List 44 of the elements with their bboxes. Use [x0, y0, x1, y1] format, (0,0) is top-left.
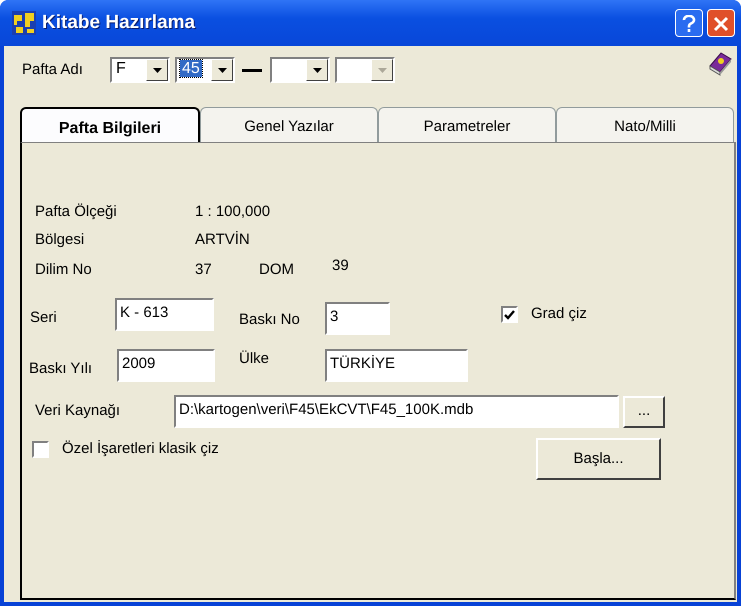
field-label: Pafta Adı: [22, 60, 84, 80]
input-field[interactable]: 3: [325, 302, 390, 335]
close-button[interactable]: [707, 9, 735, 37]
dash-separator: [242, 68, 262, 72]
dropdown[interactable]: F: [110, 57, 170, 83]
field-label: Baskı Yılı: [29, 359, 94, 380]
browse-button[interactable]: ...: [623, 396, 665, 428]
field-label: Baskı No: [239, 310, 301, 330]
input-field[interactable]: TÜRKİYE: [325, 349, 468, 382]
input-field[interactable]: K - 613: [115, 298, 214, 331]
field-value: 39: [332, 256, 349, 276]
window-title: Kitabe Hazırlama: [42, 10, 196, 35]
help-button[interactable]: [675, 9, 703, 37]
caret-icon: [218, 68, 226, 72]
tab[interactable]: Nato/Milli: [556, 107, 734, 142]
close-icon: [713, 16, 729, 32]
start-button[interactable]: Başla...: [536, 438, 661, 480]
field-label: DOM: [259, 260, 295, 280]
caret-icon: [152, 68, 162, 72]
field-value: ARTVİN: [195, 230, 251, 250]
input-field[interactable]: 2009: [117, 349, 215, 382]
checkbox-label: Özel İşaretleri klasik çiz: [62, 439, 219, 459]
tab[interactable]: Genel Yazılar: [200, 107, 378, 142]
help-icon: [682, 15, 696, 34]
field-label: Ülke: [239, 349, 270, 370]
field-value: 37: [195, 260, 213, 280]
checkbox[interactable]: [32, 440, 49, 458]
field-label: Bölgesi: [35, 230, 86, 250]
map-icon: [12, 11, 36, 35]
caret-icon: [312, 68, 322, 72]
field-label: Veri Kaynağı: [35, 401, 122, 422]
tab[interactable]: Parametreler: [378, 107, 556, 142]
field-label: Dilim No: [35, 260, 93, 280]
input-field[interactable]: D:\kartogen\veri\F45\EkCVT\F45_100K.mdb: [174, 395, 619, 428]
field-label: Seri: [30, 308, 58, 328]
caret-icon: [378, 68, 386, 72]
field-value: 1 : 100,000: [195, 202, 270, 222]
tab[interactable]: Pafta Bilgileri: [20, 107, 200, 142]
book-icon[interactable]: [707, 50, 733, 76]
checkbox-label: Grad çiz: [531, 304, 587, 324]
dropdown[interactable]: 45: [175, 57, 235, 83]
dropdown[interactable]: [270, 57, 330, 83]
field-label: Pafta Ölçeği: [35, 202, 118, 222]
checkbox[interactable]: [501, 306, 518, 323]
